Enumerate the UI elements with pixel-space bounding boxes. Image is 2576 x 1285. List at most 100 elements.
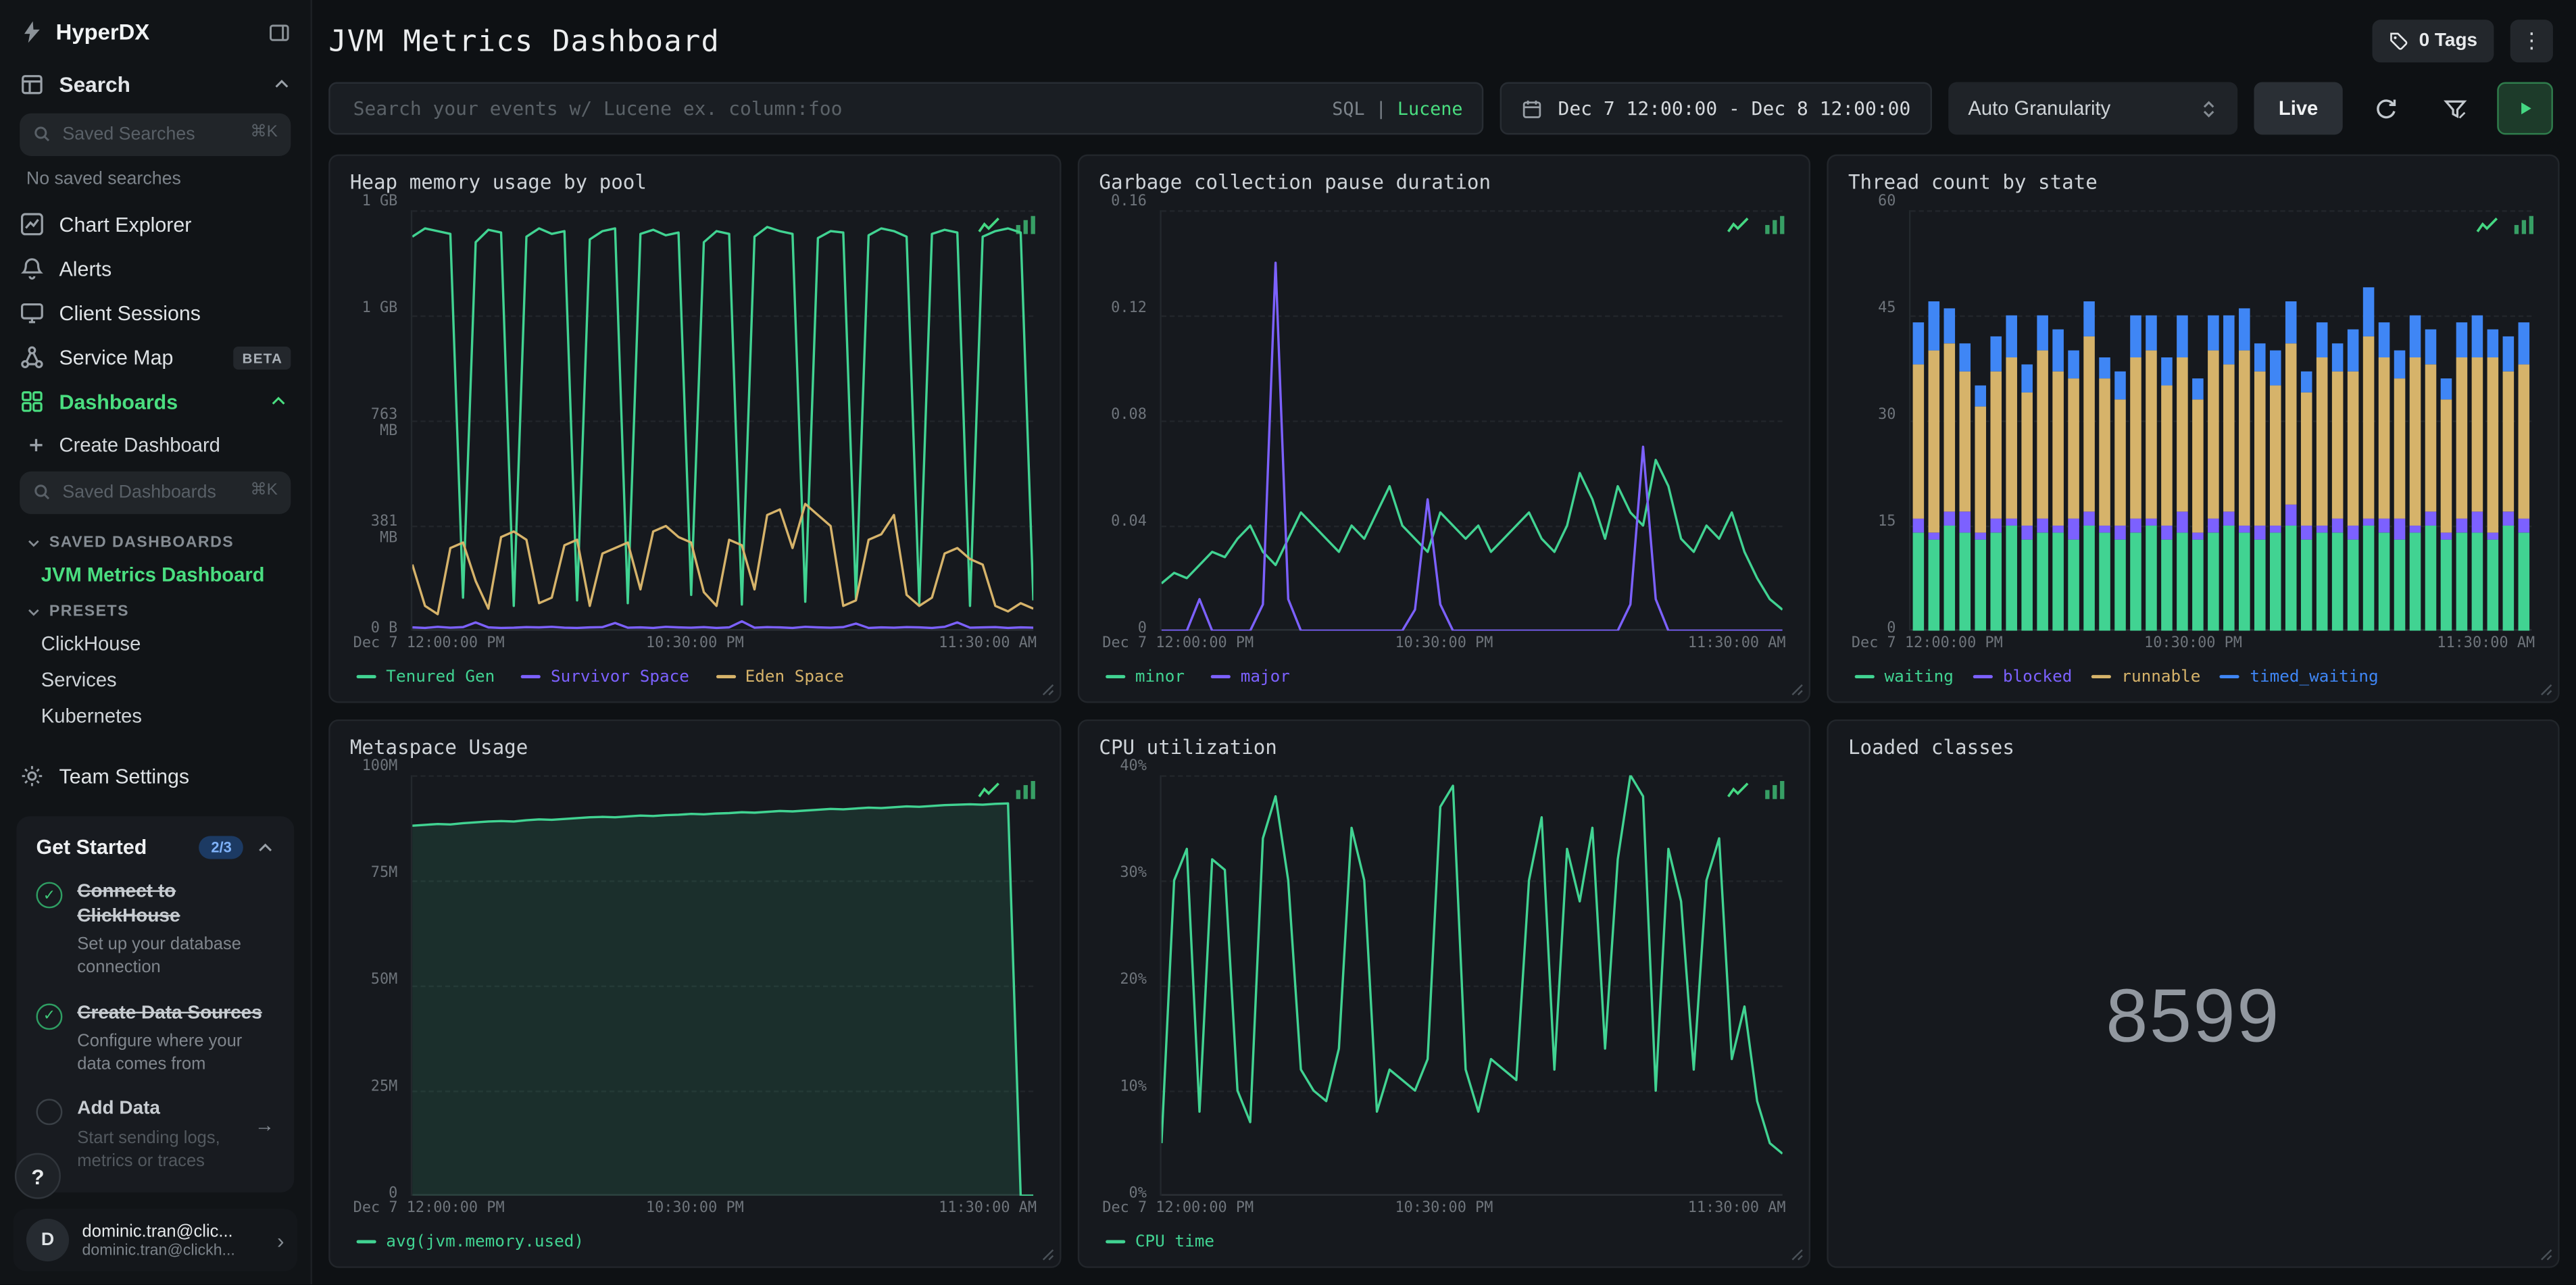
y-tick-label: 25M: [370, 1079, 398, 1096]
live-label: Live: [2278, 97, 2319, 120]
get-started-item-add-data[interactable]: ✓ Add Data Start sending logs, metrics o…: [36, 1098, 274, 1173]
chart-canvas[interactable]: [1162, 775, 1783, 1195]
create-dashboard-label: Create Dashboard: [59, 433, 220, 457]
filter-edit-button[interactable]: [2428, 82, 2481, 135]
sidebar-item-client-sessions[interactable]: Client Sessions: [0, 291, 310, 335]
legend-item[interactable]: major: [1210, 667, 1290, 686]
x-tick-label: 11:30:00 AM: [939, 635, 1037, 653]
y-tick-label: 15: [1878, 513, 1896, 531]
saved-dashboards-section-header[interactable]: SAVED DASHBOARDS: [0, 524, 310, 557]
line-chart-toggle-icon[interactable]: [1727, 780, 1750, 800]
line-chart-toggle-icon[interactable]: [978, 780, 1001, 800]
legend-item[interactable]: Tenured Gen: [356, 667, 495, 686]
bar-chart-toggle-icon[interactable]: [2514, 215, 2535, 234]
help-button[interactable]: ?: [14, 1153, 61, 1199]
legend-item[interactable]: minor: [1106, 667, 1185, 686]
chevron-up-icon[interactable]: [256, 839, 274, 857]
x-axis-labels: Dec 7 12:00:00 PM 10:30:00 PM 11:30:00 AM: [353, 634, 1037, 658]
chart-canvas[interactable]: [412, 210, 1033, 630]
chart-canvas[interactable]: [412, 775, 1034, 1196]
preset-label: Services: [41, 668, 117, 692]
preset-label: Kubernetes: [41, 704, 143, 728]
nav-label: Dashboards: [59, 390, 178, 413]
legend-item[interactable]: timed_waiting: [2220, 667, 2379, 686]
filter-icon: [2442, 99, 2467, 118]
refresh-button[interactable]: [2359, 82, 2412, 135]
sidebar-item-kubernetes[interactable]: Kubernetes: [0, 698, 310, 734]
legend-item[interactable]: avg(jvm.memory.used): [356, 1233, 584, 1251]
resize-handle[interactable]: [1041, 683, 1054, 696]
sidebar-item-team-settings[interactable]: Team Settings: [0, 754, 310, 799]
collapse-sidebar-icon[interactable]: [268, 20, 291, 43]
search-icon: [34, 484, 50, 500]
legend-item[interactable]: Eden Space: [715, 667, 844, 686]
panel-title: CPU utilization: [1099, 736, 1277, 759]
plus-icon: [30, 438, 43, 451]
legend-swatch: [1106, 1240, 1126, 1244]
dashboard-menu-button[interactable]: ⋮: [2510, 20, 2553, 63]
legend-item[interactable]: blocked: [1973, 667, 2072, 686]
presets-section-header[interactable]: PRESETS: [0, 593, 310, 626]
y-axis-labels: 0% 10% 20% 30% 40%: [1099, 759, 1151, 1202]
help-label: ?: [31, 1163, 45, 1188]
chart-panel-cpu: CPU utilization 0% 10% 20% 30% 40% Dec 7 12:…: [1077, 719, 1811, 1268]
legend-item[interactable]: runnable: [2091, 667, 2200, 686]
nav-label: Service Map: [59, 345, 174, 369]
loaded-classes-value: 8599: [2106, 971, 2281, 1057]
event-search-input[interactable]: [349, 95, 1319, 122]
query-language-toggle[interactable]: SQL | Lucene: [1332, 98, 1462, 120]
bar-chart-toggle-icon[interactable]: [1764, 215, 1786, 234]
sidebar-item-chart-explorer[interactable]: Chart Explorer: [0, 202, 310, 247]
dashboard-link-label: JVM Metrics Dashboard: [41, 563, 265, 586]
resize-handle[interactable]: [2540, 683, 2552, 696]
chart-canvas[interactable]: [1910, 210, 2531, 631]
live-button[interactable]: Live: [2254, 82, 2343, 135]
sidebar-item-services[interactable]: Services: [0, 662, 310, 698]
saved-searches-input-wrap: ⌘K: [20, 113, 291, 156]
sidebar-item-dashboards[interactable]: Dashboards: [0, 380, 310, 424]
chart-canvas[interactable]: [1162, 210, 1783, 630]
resize-handle[interactable]: [2540, 1249, 2552, 1261]
chevron-down-icon: [28, 540, 39, 547]
user-menu[interactable]: D dominic.tran@clic... dominic.tran@clic…: [13, 1209, 298, 1271]
legend-swatch: [1973, 675, 1993, 679]
line-chart-toggle-icon[interactable]: [2476, 215, 2499, 234]
sidebar-item-clickhouse[interactable]: ClickHouse: [0, 626, 310, 661]
get-started-item-sources[interactable]: ✓ Create Data Sources Configure where yo…: [36, 1001, 274, 1076]
sidebar-item-alerts[interactable]: Alerts: [0, 247, 310, 291]
user-name: dominic.tran@clic...: [82, 1221, 233, 1241]
bar-chart-toggle-icon[interactable]: [1015, 780, 1037, 800]
resize-handle[interactable]: [1041, 1249, 1054, 1261]
sidebar-header: HyperDX: [0, 0, 310, 61]
create-dashboard-button[interactable]: Create Dashboard: [0, 424, 310, 466]
x-tick-label: 11:30:00 AM: [1687, 635, 1786, 653]
legend-item[interactable]: CPU time: [1106, 1233, 1214, 1251]
get-started-item-connect[interactable]: ✓ Connect to ClickHouse Set up your data…: [36, 881, 274, 980]
line-chart-toggle-icon[interactable]: [978, 215, 1001, 234]
granularity-select[interactable]: Auto Granularity: [1948, 82, 2238, 135]
sql-mode-label[interactable]: SQL: [1332, 98, 1364, 120]
x-tick-label: Dec 7 12:00:00 PM: [1102, 635, 1254, 653]
y-tick-label: 0.12: [1111, 300, 1147, 318]
resize-handle[interactable]: [1791, 683, 1804, 696]
run-query-button[interactable]: [2497, 82, 2553, 135]
resize-handle[interactable]: [1791, 1249, 1804, 1261]
legend-swatch: [715, 675, 735, 679]
legend-label: major: [1240, 667, 1290, 686]
bar-chart-toggle-icon[interactable]: [1764, 780, 1786, 800]
legend-item[interactable]: Survivor Space: [521, 667, 689, 686]
get-started-header[interactable]: Get Started 2/3: [36, 836, 274, 860]
sidebar-item-jvm-metrics-dashboard[interactable]: JVM Metrics Dashboard: [0, 557, 310, 593]
lucene-mode-label[interactable]: Lucene: [1397, 98, 1463, 120]
search-icon: [34, 126, 50, 142]
legend-label: waiting: [1884, 667, 1954, 686]
x-tick-label: 10:30:00 PM: [645, 635, 744, 653]
chart-panel-metaspace: Metaspace Usage 0 25M 50M 75M 100M Dec 7 12:…: [328, 719, 1062, 1268]
legend-item[interactable]: waiting: [1854, 667, 1954, 686]
bar-chart-toggle-icon[interactable]: [1015, 215, 1037, 234]
date-range-picker[interactable]: Dec 7 12:00:00 - Dec 8 12:00:00: [1500, 82, 1932, 135]
tags-button[interactable]: 0 Tags: [2373, 20, 2494, 63]
line-chart-toggle-icon[interactable]: [1727, 215, 1750, 234]
sidebar-item-search[interactable]: Search: [0, 61, 310, 109]
sidebar-item-service-map[interactable]: Service Map BETA: [0, 335, 310, 380]
